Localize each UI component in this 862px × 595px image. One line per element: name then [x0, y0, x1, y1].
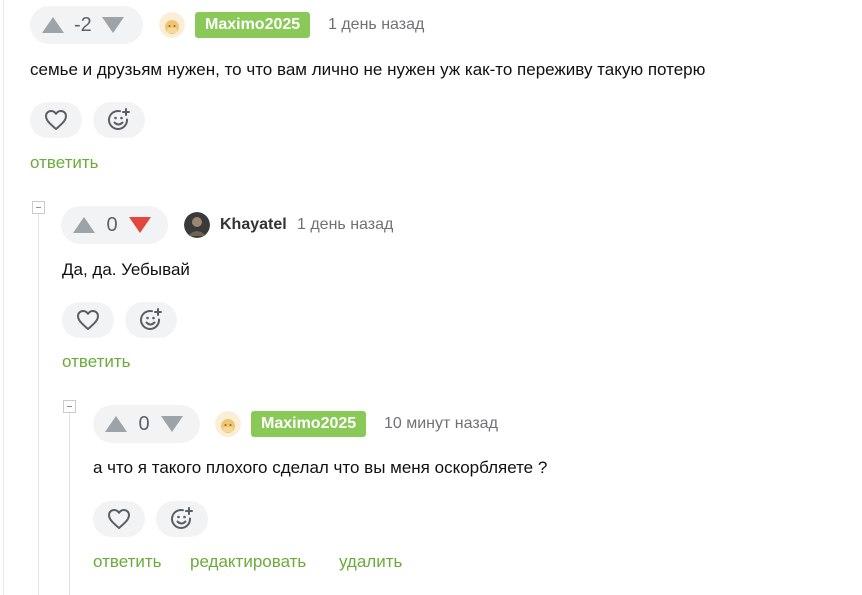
like-button[interactable] — [62, 302, 114, 338]
emoji-add-icon — [140, 308, 162, 330]
reply-link[interactable]: ответить — [93, 551, 162, 573]
heart-icon — [108, 509, 130, 529]
comment-text: а что я такого плохого сделал что вы мен… — [93, 458, 548, 477]
downvote-button[interactable] — [100, 15, 126, 35]
like-button[interactable] — [93, 501, 145, 537]
heart-icon — [45, 110, 67, 130]
reply-link[interactable]: ответить — [30, 152, 99, 174]
timestamp[interactable]: 1 день назад — [297, 212, 393, 238]
downvote-icon — [129, 217, 151, 233]
rating-count: 0 — [106, 213, 118, 236]
avatar[interactable] — [184, 212, 210, 238]
rating-count: -2 — [74, 13, 92, 36]
vote-widget: -2 — [30, 6, 143, 44]
add-reaction-button[interactable] — [125, 302, 177, 338]
timestamp[interactable]: 1 день назад — [328, 12, 424, 38]
collapse-icon[interactable] — [32, 201, 45, 214]
upvote-button[interactable] — [71, 215, 97, 235]
downvote-button[interactable] — [159, 414, 185, 434]
like-button[interactable] — [30, 102, 82, 138]
avatar[interactable] — [215, 411, 241, 437]
upvote-icon — [73, 217, 95, 233]
vote-widget: 0 — [61, 206, 168, 244]
thread-line-level-1 — [38, 214, 39, 595]
rating-count: 0 — [138, 412, 150, 435]
upvote-icon — [42, 17, 64, 33]
avatar[interactable] — [159, 12, 185, 38]
collapse-icon[interactable] — [63, 400, 76, 413]
edit-link[interactable]: редактировать — [190, 551, 306, 573]
downvote-icon — [161, 416, 183, 432]
emoji-add-icon — [108, 108, 130, 130]
downvote-icon — [101, 17, 124, 33]
add-reaction-button[interactable] — [93, 102, 145, 138]
author-name[interactable]: Maximo2025 — [195, 12, 311, 38]
comment-text: семье и друзьям нужен, то что вам лично … — [30, 60, 706, 79]
emoji-add-icon — [171, 507, 193, 529]
vote-widget: 0 — [93, 405, 200, 443]
author-name[interactable]: Khayatel — [220, 212, 287, 238]
upvote-button[interactable] — [40, 15, 66, 35]
timestamp[interactable]: 10 минут назад — [384, 411, 498, 437]
comment-text: Да, да. Уебывай — [62, 260, 190, 279]
heart-icon — [77, 310, 99, 330]
delete-link[interactable]: удалить — [339, 551, 402, 573]
thread-line-level-2 — [69, 412, 70, 595]
downvote-button[interactable] — [127, 215, 153, 235]
upvote-button[interactable] — [103, 414, 129, 434]
add-reaction-button[interactable] — [156, 501, 208, 537]
upvote-icon — [105, 416, 127, 432]
reply-link[interactable]: ответить — [62, 351, 131, 373]
page-edge-line — [3, 0, 4, 595]
author-name[interactable]: Maximo2025 — [251, 411, 367, 437]
